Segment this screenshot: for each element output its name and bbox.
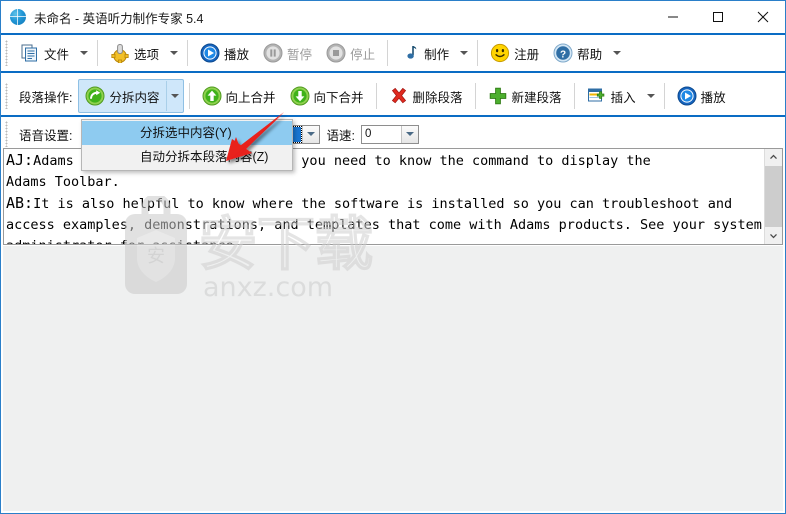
merge-down-button[interactable]: 向下合并 [283,81,371,111]
file-dropdown-caret[interactable] [76,40,92,66]
insert-button[interactable]: 插入 [580,81,643,111]
pause-button-label: 暂停 [287,47,313,62]
speaker-tag-aj: AJ: [6,151,34,169]
new-paragraph-button[interactable]: 新建段落 [481,81,569,111]
file-button[interactable]: 文件 [13,38,76,68]
toolbar-separator [387,40,389,66]
toolbar-separator [474,83,476,109]
toolbar-grip[interactable] [4,40,11,66]
delete-paragraph-label: 删除段落 [412,90,463,105]
scroll-down-button[interactable] [765,227,782,244]
options-button-label: 选项 [134,47,160,62]
red-x-icon [391,87,406,104]
pause-icon [263,43,283,63]
smiley-icon [490,43,510,63]
split-arrow-icon [85,86,105,106]
insert-label: 插入 [610,90,636,105]
file-button-label: 文件 [44,47,70,62]
svg-text:?: ? [560,49,566,60]
application-window: 未命名 - 英语听力制作专家 5.4 文件 选项 播放 暂停 停止 制作 注册 … [0,0,786,514]
music-note-icon [407,46,417,59]
paragraph-section-label: 段落操作: [19,90,73,105]
paragraph-play-button[interactable]: 播放 [670,81,733,111]
transcript-line-5: administrator for assistance. [6,238,242,244]
window-title: 未命名 - 英语听力制作专家 5.4 [34,11,204,26]
scrollbar-thumb[interactable] [765,166,782,227]
rate-select-value: 0 [364,128,372,140]
help-dropdown-caret[interactable] [609,40,625,66]
rate-select[interactable]: 0 [360,124,419,144]
make-button[interactable]: 制作 [393,38,456,68]
play-button[interactable]: 播放 [193,38,256,68]
globe-icon [10,9,26,25]
play-icon [677,86,697,106]
stop-button-label: 停止 [350,47,376,62]
editor-vertical-scrollbar[interactable] [764,149,782,244]
options-button[interactable]: 选项 [103,38,166,68]
make-button-label: 制作 [424,47,450,62]
toolbar-separator [187,40,189,66]
play-button-label: 播放 [224,47,250,62]
file-copy-icon [21,44,37,62]
split-content-dropdown-caret[interactable] [165,81,183,111]
minimize-button[interactable] [650,1,695,32]
chevron-down-icon[interactable] [400,125,418,143]
help-button-label: 帮助 [577,47,603,62]
arrow-up-circle-icon [202,86,221,106]
insert-row-icon [587,88,604,102]
stop-button[interactable]: 停止 [319,38,382,68]
toolbar-separator [188,83,190,109]
make-dropdown-caret[interactable] [456,40,472,66]
options-dropdown-caret[interactable] [166,40,182,66]
maximize-button[interactable] [695,1,740,32]
new-paragraph-label: 新建段落 [511,90,562,105]
chevron-down-icon[interactable] [302,125,320,143]
window-controls [650,1,785,32]
register-button-label: 注册 [514,47,540,62]
speaker-tag-ab: AB: [6,194,34,212]
split-content-group: 分拆内容 [78,79,184,113]
merge-up-label: 向上合并 [225,90,276,105]
register-button[interactable]: 注册 [483,38,546,68]
menu-item-auto-split-paragraph[interactable]: 自动分拆本段落内容(Z) [82,145,292,169]
toolbar-separator [97,40,99,66]
toolbar-separator [573,83,575,109]
rate-label: 语速: [326,128,355,143]
toolbar-separator [375,83,377,109]
green-plus-icon [489,87,506,105]
stop-icon [326,43,346,63]
split-content-dropdown-menu: 分拆选中内容(Y) 自动分拆本段落内容(Z) [81,119,293,171]
play-icon [200,43,220,63]
insert-dropdown-caret[interactable] [643,83,659,109]
gear-icon [111,44,129,63]
paragraph-play-label: 播放 [700,90,726,105]
split-content-button[interactable]: 分拆内容 [79,81,165,111]
scroll-up-button[interactable] [765,149,782,166]
toolbar-grip[interactable] [4,83,11,109]
question-icon: ? [553,43,573,63]
paragraph-toolbar: 段落操作: 分拆内容 向上合并 向下合并 删除段落 新建段落 插入 播放 [1,77,785,117]
pause-button[interactable]: 暂停 [256,38,319,68]
voice-settings-label: 语音设置: [19,128,73,143]
close-button[interactable] [740,1,785,32]
title-bar: 未命名 - 英语听力制作专家 5.4 [1,1,785,35]
delete-paragraph-button[interactable]: 删除段落 [382,81,470,111]
main-toolbar: 文件 选项 播放 暂停 停止 制作 注册 ? 帮助 [1,35,785,73]
transcript-line-4: access examples, demonstrations, and tem… [6,217,762,233]
transcript-line-2: Adams Toolbar. [6,174,120,190]
toolbar-separator [663,83,665,109]
toolbar-separator [477,40,479,66]
merge-down-label: 向下合并 [313,90,364,105]
split-content-label: 分拆内容 [109,90,160,105]
menu-item-split-selection[interactable]: 分拆选中内容(Y) [82,121,292,145]
transcript-line-3: It is also helpful to know where the sof… [33,196,733,212]
help-button[interactable]: ? 帮助 [546,38,609,68]
toolbar-grip[interactable] [4,121,11,147]
paragraph-list-panel[interactable] [3,246,783,511]
arrow-down-circle-icon [290,86,310,106]
merge-up-button[interactable]: 向上合并 [195,81,283,111]
